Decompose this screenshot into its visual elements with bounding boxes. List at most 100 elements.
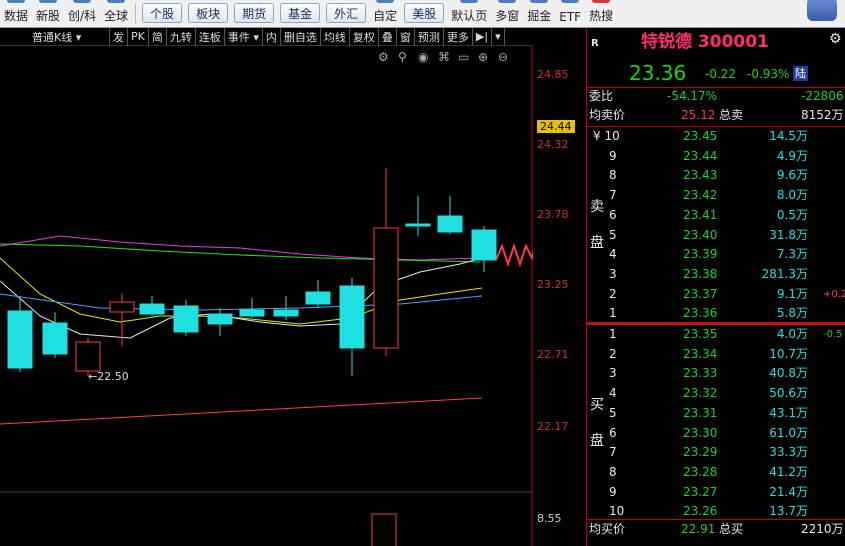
chart-tool-16[interactable]: ▾ xyxy=(492,27,505,46)
chart-tool-12[interactable]: 窗 xyxy=(397,27,415,46)
chart-tool-0[interactable]: 普通K线 ▾ xyxy=(0,27,110,46)
forex-button[interactable]: 外汇 xyxy=(326,3,367,23)
level-price: 23.39 xyxy=(683,247,718,262)
chart-tool-icon: ⊕ xyxy=(478,50,488,64)
level-price: 23.41 xyxy=(683,207,718,222)
level-number: 6 xyxy=(609,425,617,440)
sector-button[interactable]: 板块 xyxy=(188,3,229,23)
level-volume: 9.1万 xyxy=(776,286,808,301)
settings-gear-icon[interactable]: ⚙ xyxy=(829,30,842,49)
order-level-row[interactable]: 9 23.27 21.4万 xyxy=(587,483,845,502)
chart-tool-14[interactable]: 更多 xyxy=(444,27,473,46)
chart-tool-3[interactable]: 简 xyxy=(149,27,167,46)
chart-tool-10[interactable]: 复权 xyxy=(350,27,379,46)
level-volume: 61.0万 xyxy=(769,425,808,440)
level-volume: 40.8万 xyxy=(769,366,808,381)
level-price: 23.37 xyxy=(683,286,718,301)
toolbar-hot-search[interactable]: 热搜 xyxy=(585,0,617,27)
order-level-row[interactable]: 8 23.28 41.2万 xyxy=(587,463,845,482)
sell-side-label: 盘 xyxy=(590,235,604,251)
multi-window-icon xyxy=(498,0,517,3)
order-level-row[interactable]: 3 23.38 281.3万 xyxy=(587,265,845,284)
toolbar-default-page[interactable]: 默认页 xyxy=(447,0,491,27)
hot-search-icon xyxy=(592,0,611,3)
ma120-line xyxy=(0,397,483,425)
order-level-row[interactable]: 5 23.31 43.1万 xyxy=(587,404,845,423)
level-number: 9 xyxy=(609,484,617,499)
candle-body xyxy=(239,309,265,317)
chart-tool-8[interactable]: 删自选 xyxy=(281,27,321,46)
price-change-pct: -0.93% xyxy=(747,67,790,81)
chart-tool-icon: ⚙ xyxy=(378,50,389,64)
toolbar-data[interactable]: 数据 xyxy=(0,0,32,27)
order-level-row[interactable]: 4 23.39 7.3万 xyxy=(587,245,845,264)
fund-button[interactable]: 基金 xyxy=(280,3,321,23)
weicha-value: -22806 xyxy=(801,89,844,103)
order-level-row[interactable]: 1 23.36 5.8万 xyxy=(587,304,845,323)
level-number: ¥ 10 xyxy=(593,129,620,143)
current-price: 23.36 xyxy=(629,61,687,85)
order-level-row[interactable]: 4 23.32 50.6万 xyxy=(587,384,845,403)
price-axis-label: 8.55 xyxy=(537,512,562,525)
chart-tool-11[interactable]: 叠 xyxy=(379,27,397,46)
level-volume: 8.0万 xyxy=(776,188,808,203)
level-number: 2 xyxy=(609,346,617,361)
stock-app: 数据 新股 创/科 全球 个股 板块 期货 基金 外汇 自定 美股 默认页 多窗… xyxy=(0,0,845,546)
order-level-row[interactable]: ¥ 10 23.45 14.5万 xyxy=(587,127,845,146)
toolbar-chuang-ke[interactable]: 创/科 xyxy=(64,0,100,27)
app-logo-icon[interactable] xyxy=(807,0,837,21)
candle-body xyxy=(273,309,299,317)
order-level-row[interactable]: 9 23.44 4.9万 xyxy=(587,147,845,166)
level-number: 3 xyxy=(609,266,617,281)
level-volume: 31.8万 xyxy=(769,227,808,242)
candle-body xyxy=(173,305,199,333)
price-change: -0.22 xyxy=(705,67,737,81)
individual-stock-button[interactable]: 个股 xyxy=(142,3,183,23)
ma5-line xyxy=(0,257,483,339)
dig-gold-icon xyxy=(530,0,549,3)
order-level-row[interactable]: 7 23.42 8.0万 xyxy=(587,186,845,205)
toolbar-new-stock[interactable]: 新股 xyxy=(32,0,64,27)
toolbar-global[interactable]: 全球 xyxy=(100,0,132,27)
chart-tool-7[interactable]: 内 xyxy=(263,27,281,46)
chart-tool-13[interactable]: 预测 xyxy=(415,27,444,46)
order-level-row[interactable]: 8 23.43 9.6万 xyxy=(587,166,845,185)
level-number: 7 xyxy=(609,188,617,203)
order-level-row[interactable]: 6 23.30 61.0万 xyxy=(587,424,845,443)
chart-tool-1[interactable]: 发 xyxy=(110,27,128,46)
us-stock-button[interactable]: 美股 xyxy=(404,3,445,23)
order-level-row[interactable]: 2 23.37 9.1万 +0.2 xyxy=(587,285,845,304)
level-number: 4 xyxy=(609,247,617,262)
chart-tool-2[interactable]: PK xyxy=(128,27,149,46)
toolbar-dig-gold[interactable]: 掘金 xyxy=(523,0,555,27)
futures-button[interactable]: 期货 xyxy=(234,3,275,23)
buy-side-label: 盘 xyxy=(590,433,604,449)
toolbar-custom[interactable]: 自定 xyxy=(369,0,401,27)
avg-sell-row: 均卖价 25.12 总卖 8152万 xyxy=(587,106,845,125)
toolbar-multi-window[interactable]: 多窗 xyxy=(491,0,523,27)
level-volume: 4.9万 xyxy=(776,148,808,163)
order-level-row[interactable]: 1 23.35 4.0万 -0.5 xyxy=(587,325,845,344)
order-level-row[interactable]: 3 23.33 40.8万 xyxy=(587,364,845,383)
chart-tool-5[interactable]: 连板 xyxy=(196,27,225,46)
etf-icon xyxy=(561,0,580,3)
candle-body xyxy=(7,310,33,369)
level-price: 23.44 xyxy=(683,148,718,163)
level-number: 8 xyxy=(609,168,617,183)
total-sell-value: 8152万 xyxy=(801,108,844,122)
order-level-row[interactable]: 6 23.41 0.5万 xyxy=(587,206,845,225)
level-volume: 41.2万 xyxy=(769,464,808,479)
chart-tool-9[interactable]: 均线 xyxy=(321,27,350,46)
order-level-row[interactable]: 7 23.29 33.3万 xyxy=(587,443,845,462)
toolbar-etf[interactable]: ETF xyxy=(555,0,585,27)
candle-body xyxy=(42,322,68,355)
quote-badge: R xyxy=(591,38,599,49)
total-buy-value: 2210万 xyxy=(801,522,844,536)
toolbar-separator xyxy=(135,3,137,23)
chart-tool-6[interactable]: 事件 ▾ xyxy=(225,27,263,46)
order-level-row[interactable]: 2 23.34 10.7万 xyxy=(587,345,845,364)
chart-tool-15[interactable]: ▶| xyxy=(473,27,493,46)
kline-chart[interactable]: ⚙ ⚲ ◉ ⌘ ▭ ⊕ ⊖ ←22.50 xyxy=(0,46,533,546)
order-level-row[interactable]: 5 23.40 31.8万 xyxy=(587,226,845,245)
chart-tool-4[interactable]: 九转 xyxy=(167,27,196,46)
